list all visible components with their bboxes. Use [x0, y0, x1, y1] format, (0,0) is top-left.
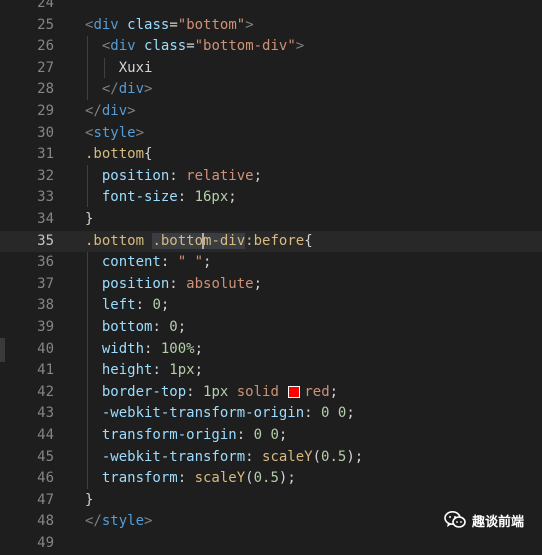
code-line[interactable]: 37 position: absolute; [0, 274, 542, 296]
code-line[interactable]: 49 [0, 533, 542, 555]
code-line[interactable]: 27 Xuxi [0, 58, 542, 80]
line-code: </div> [101, 81, 153, 98]
code-line[interactable]: 39 bottom: 0; [0, 317, 542, 339]
code-line[interactable]: 40 width: 100%; [0, 339, 542, 361]
code-line[interactable]: 41 height: 1px; [0, 360, 542, 382]
line-code: </div> [85, 103, 136, 119]
line-number: 31 [37, 146, 54, 163]
line-number: 48 [37, 513, 54, 530]
line-code: left: 0; [101, 297, 170, 314]
line-number: 49 [37, 535, 54, 551]
line-number: 27 [37, 59, 54, 76]
code-line[interactable]: 24 [0, 0, 542, 15]
line-code: width: 100%; [101, 340, 204, 357]
line-number: 32 [37, 167, 54, 184]
line-code: .bottom .bottom-div:before{ [85, 232, 313, 249]
code-line[interactable]: 26 <div class="bottom-div"> [0, 36, 542, 58]
code-line[interactable]: 42 border-top: 1px solid red; [0, 382, 542, 404]
line-number: 41 [37, 362, 54, 379]
line-code: font-size: 16px; [101, 189, 237, 206]
code-line[interactable]: 44 transform-origin: 0 0; [0, 425, 542, 447]
line-code: transform-origin: 0 0; [101, 427, 288, 443]
line-code: -webkit-transform: scaleY(0.5); [101, 448, 364, 465]
code-line[interactable]: 45 -webkit-transform: scaleY(0.5); [0, 447, 542, 469]
line-code: .bottom{ [85, 146, 153, 163]
code-line[interactable]: 43 -webkit-transform-origin: 0 0; [0, 403, 542, 425]
line-code: </style> [85, 513, 153, 530]
line-number: 47 [37, 491, 54, 508]
line-code: } [85, 211, 94, 227]
line-code: <style> [85, 124, 145, 141]
line-number: 26 [37, 38, 54, 55]
line-number: 40 [37, 340, 54, 357]
code-line[interactable]: 35 .bottom .bottom-div:before{ [0, 230, 542, 253]
line-number: 46 [37, 470, 54, 487]
code-line[interactable]: 46 transform: scaleY(0.5); [0, 468, 542, 490]
line-number: 38 [37, 297, 54, 314]
line-code: height: 1px; [101, 362, 204, 379]
line-number: 24 [37, 0, 54, 11]
line-code: <div class="bottom"> [85, 16, 254, 33]
line-code: content: " "; [101, 254, 212, 271]
line-number: 25 [37, 16, 54, 33]
line-number: 42 [37, 383, 54, 400]
line-number: 35 [37, 232, 54, 249]
watermark-text: 趣谈前端 [472, 514, 525, 530]
code-line[interactable]: 28 </div> [0, 79, 542, 101]
line-code: <div class="bottom-div"> [101, 38, 305, 55]
code-line[interactable]: 30 <style> [0, 123, 542, 145]
line-code: } [85, 491, 94, 508]
line-number: 39 [37, 319, 54, 335]
code-line[interactable]: 38 left: 0; [0, 295, 542, 317]
watermark: 趣谈前端 [444, 508, 524, 532]
line-number: 43 [37, 405, 54, 422]
line-number: 44 [37, 427, 54, 443]
line-number: 28 [37, 81, 54, 98]
line-number: 29 [37, 103, 54, 119]
line-code: position: relative; [101, 167, 263, 184]
code-line[interactable]: 36 content: " "; [0, 252, 542, 274]
code-line[interactable]: 31 .bottom{ [0, 144, 542, 166]
line-code: transform: scaleY(0.5); [101, 470, 296, 487]
line-number: 33 [37, 189, 54, 206]
code-line[interactable]: 34} [0, 209, 542, 231]
code-line[interactable]: 25 <div class="bottom"> [0, 15, 542, 37]
code-editor[interactable]: 24 25 <div class="bottom"> 26 <div class="b… [0, 0, 542, 551]
line-number: 37 [37, 275, 54, 292]
line-code: -webkit-transform-origin: 0 0; [101, 405, 355, 422]
line-code: border-top: 1px solid red; [101, 383, 339, 400]
line-number: 36 [37, 254, 54, 271]
line-number: 34 [37, 211, 54, 227]
line-number: 30 [37, 124, 54, 141]
code-line[interactable]: 32 position: relative; [0, 166, 542, 188]
wechat-icon [444, 511, 466, 528]
code-line[interactable]: 33 font-size: 16px; [0, 187, 542, 209]
line-code: Xuxi [118, 59, 153, 76]
color-swatch[interactable] [288, 385, 301, 398]
line-code: position: absolute; [101, 275, 263, 292]
code-line[interactable]: 29 </div> [0, 101, 542, 123]
line-code: bottom: 0; [101, 319, 187, 335]
line-number: 45 [37, 448, 54, 465]
